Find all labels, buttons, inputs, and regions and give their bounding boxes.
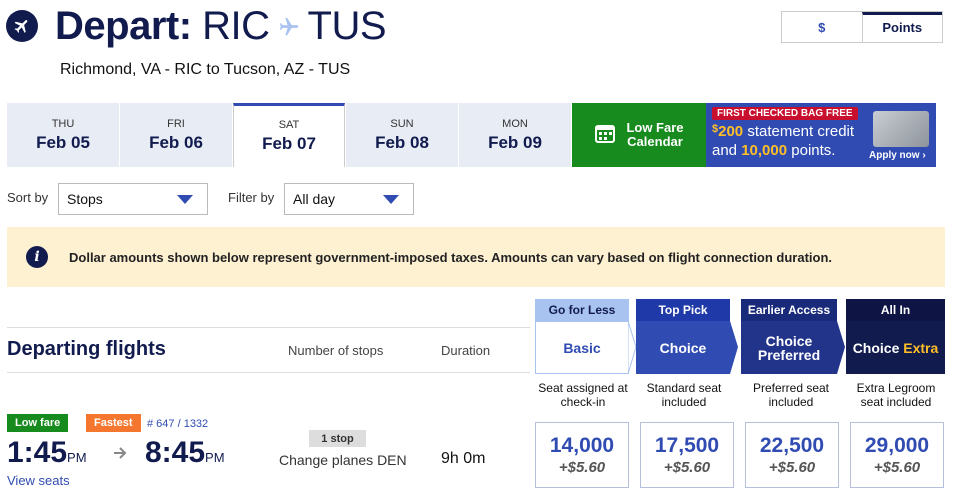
fare-header-choice-preferred[interactable]: Choice Preferred [741,321,837,374]
price-points: 17,500 [654,434,720,457]
promo-line-1: $200 statement credit [712,123,855,140]
price-tax: +$5.60 [558,459,606,476]
fare-description-choice-extra: Extra Legroom seat included [856,381,936,409]
date-tab-dow: SAT [278,119,300,131]
date-tab-sun[interactable]: SUN Feb 08 [346,103,458,167]
tax-info-banner: i Dollar amounts shown below represent g… [7,227,945,287]
date-tab-date: Feb 06 [149,132,203,152]
credit-card-image [873,111,929,147]
calendar-label: Calendar [627,134,683,149]
price-points: 29,000 [864,434,930,457]
stops-column-header: Number of stops [288,343,384,358]
date-tab-date: Feb 09 [488,132,542,152]
divider [7,372,530,373]
destination-code: TUS [307,4,387,48]
depart-time: 1:45PM [7,436,87,469]
low-fare-calendar-button[interactable]: Low Fare Calendar [572,103,706,167]
promo-badge: FIRST CHECKED BAG FREE [712,107,858,120]
points-toggle-button[interactable]: Points [861,12,942,42]
price-tax: +$5.60 [768,459,816,476]
date-tab-dow: FRI [167,117,185,130]
apply-now-link[interactable]: Apply now › [869,150,926,161]
fare-arrow-icon [837,321,845,374]
arrive-time: 8:45PM [145,436,225,469]
date-tab-dow: THU [51,117,75,130]
plane-arrow-icon [278,16,300,38]
sort-label: Sort by [7,190,49,205]
price-choice-extra-button[interactable]: 29,000 +$5.60 [850,422,944,488]
fastest-badge: Fastest [86,414,141,432]
filter-select[interactable]: All day [284,183,414,215]
duration-column-header: Duration [441,343,491,358]
fare-tag-all-in: All In [846,299,945,321]
promo-line-2: and 10,000 points. [712,142,836,159]
departing-flights-title: Departing flights [7,338,166,360]
fare-tag-go-for-less: Go for Less [535,299,629,321]
stops-badge[interactable]: 1 stop [309,430,366,447]
arrow-right-icon [114,446,128,464]
change-planes-text: Change planes DEN [279,452,407,468]
fare-header-basic[interactable]: Basic [535,321,629,374]
fare-description-basic: Seat assigned at check-in [538,381,628,409]
filter-value: All day [293,191,336,207]
route-subtitle: Richmond, VA - RIC to Tucson, AZ - TUS [60,61,351,78]
date-tab-mon[interactable]: MON Feb 09 [459,103,571,167]
price-points: 22,500 [759,434,825,457]
price-tax: +$5.60 [663,459,711,476]
chevron-down-icon [177,191,193,207]
date-tab-dow: MON [502,117,528,130]
price-basic-button[interactable]: 14,000 +$5.60 [535,422,629,488]
plane-icon [6,10,38,42]
fare-arrow-icon [730,321,738,374]
price-points: 14,000 [549,434,615,457]
price-tax: +$5.60 [873,459,921,476]
banner-text: Dollar amounts shown below represent gov… [69,249,833,265]
origin-code: RIC [202,4,270,48]
fare-tag-top-pick: Top Pick [636,299,730,321]
view-seats-link[interactable]: View seats [7,473,70,488]
filter-label: Filter by [228,190,275,205]
date-tab-fri[interactable]: FRI Feb 06 [120,103,232,167]
page-title: Depart: RIC TUS [55,4,387,49]
divider [7,327,530,328]
fare-tag-earlier-access: Earlier Access [741,299,837,321]
credit-card-promo[interactable]: FIRST CHECKED BAG FREE $200 statement cr… [706,103,936,167]
dollars-toggle-button[interactable]: $ [782,12,862,42]
flight-duration: 9h 0m [441,450,486,467]
price-choice-preferred-button[interactable]: 22,500 +$5.60 [745,422,839,488]
calendar-icon [594,122,616,149]
info-icon: i [26,246,48,268]
fare-header-choice-extra[interactable]: Choice Extra [846,321,945,374]
low-fare-label: Low Fare [626,120,684,135]
flight-numbers[interactable]: # 647 / 1332 [147,418,208,430]
sort-value: Stops [67,191,103,207]
fare-arrow-icon [628,321,636,374]
depart-label: Depart: [55,4,192,48]
price-choice-button[interactable]: 17,500 +$5.60 [640,422,734,488]
currency-toggle: $ Points [781,11,943,43]
date-tab-sat[interactable]: SAT Feb 07 [233,103,345,167]
fare-header-choice[interactable]: Choice [636,321,730,374]
fare-description-choice: Standard seat included [646,381,722,409]
sort-select[interactable]: Stops [58,183,208,215]
low-fare-badge: Low fare [7,414,69,432]
date-tab-dow: SUN [390,117,414,130]
date-tab-date: Feb 08 [375,132,429,152]
date-tab-date: Feb 07 [262,134,316,153]
date-tab-date: Feb 05 [36,132,90,152]
fare-description-choice-preferred: Preferred seat included [752,381,830,409]
chevron-down-icon [383,191,399,207]
date-tab-thu[interactable]: THU Feb 05 [7,103,119,167]
